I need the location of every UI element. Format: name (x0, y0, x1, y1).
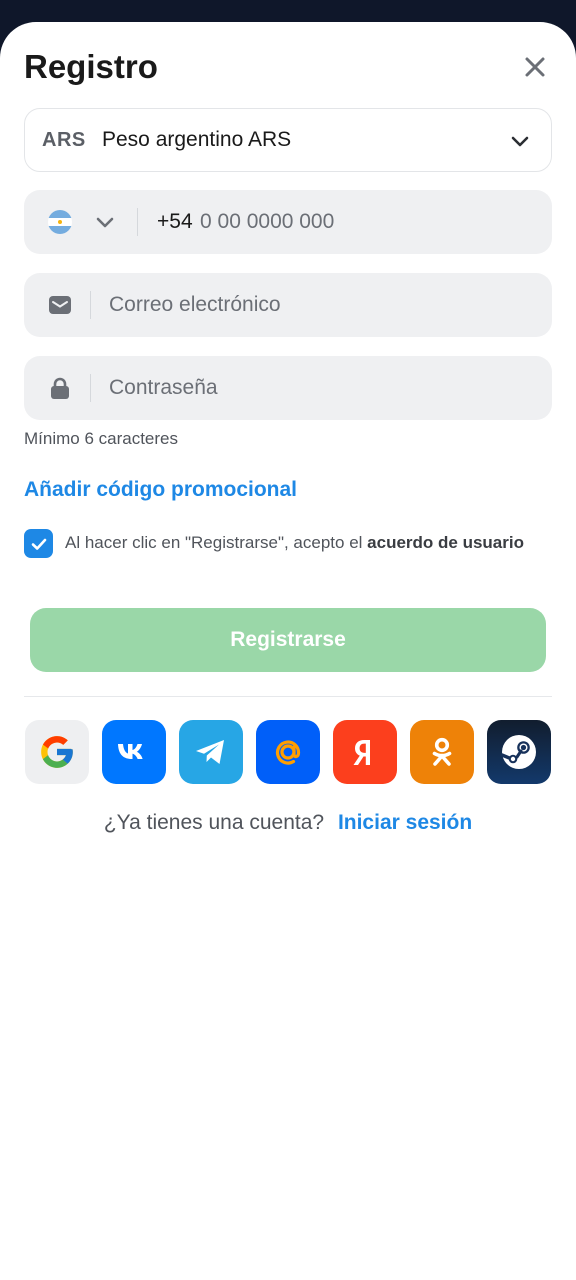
mail-ru-login-button[interactable] (256, 720, 320, 784)
mail-ru-icon (275, 740, 301, 765)
phone-field: +54 (24, 190, 552, 254)
currency-code: ARS (42, 128, 86, 151)
checkmark-icon (31, 538, 46, 550)
terms-checkbox[interactable] (24, 529, 53, 558)
vk-login-button[interactable] (102, 720, 166, 784)
login-question: ¿Ya tienes una cuenta? (103, 811, 325, 834)
field-divider (137, 208, 138, 236)
email-input[interactable] (109, 290, 529, 320)
registration-sheet: Registro ARS Peso argentino ARS +54 0 00… (0, 22, 576, 1280)
steam-icon (500, 735, 536, 769)
chevron-down-icon (511, 136, 529, 147)
flag-sun (58, 220, 62, 224)
user-agreement-link[interactable]: acuerdo de usuario (367, 533, 524, 552)
odnoklassniki-login-button[interactable] (410, 720, 474, 784)
vk-icon (118, 744, 143, 759)
argentina-flag-icon[interactable] (48, 210, 72, 234)
google-icon (41, 736, 73, 768)
register-button[interactable]: Registrarse (30, 608, 546, 672)
google-login-button[interactable] (25, 720, 89, 784)
add-promo-code-link[interactable]: Añadir código promocional (24, 478, 297, 502)
terms-text: Al hacer clic en "Registrarse", acepto e… (65, 531, 535, 555)
field-divider (90, 374, 91, 402)
field-divider (90, 291, 91, 319)
page-title: Registro (24, 48, 158, 85)
envelope-icon (49, 296, 71, 314)
password-input[interactable] (109, 373, 529, 403)
telegram-login-button[interactable] (179, 720, 243, 784)
phone-input[interactable] (200, 207, 530, 237)
email-field (24, 273, 552, 337)
close-icon (525, 57, 545, 77)
social-login-row (25, 720, 551, 784)
odnoklassniki-icon (432, 737, 452, 766)
telegram-icon (196, 740, 224, 764)
close-button[interactable] (520, 52, 550, 82)
country-chevron-down-icon[interactable] (94, 211, 116, 233)
yandex-login-button[interactable] (333, 720, 397, 784)
login-link[interactable]: Iniciar sesión (338, 811, 472, 834)
password-hint: Mínimo 6 caracteres (24, 429, 178, 448)
currency-name: Peso argentino ARS (102, 128, 292, 151)
yandex-icon (353, 740, 370, 765)
password-field (24, 356, 552, 420)
steam-login-button[interactable] (487, 720, 551, 784)
login-prompt: ¿Ya tienes una cuenta? Iniciar sesión (0, 811, 576, 835)
terms-label: Al hacer clic en "Registrarse", acepto e… (65, 533, 368, 552)
lock-icon (51, 377, 69, 399)
divider (24, 696, 552, 697)
phone-prefix: +54 (157, 210, 193, 233)
currency-select[interactable]: ARS Peso argentino ARS (24, 108, 552, 172)
